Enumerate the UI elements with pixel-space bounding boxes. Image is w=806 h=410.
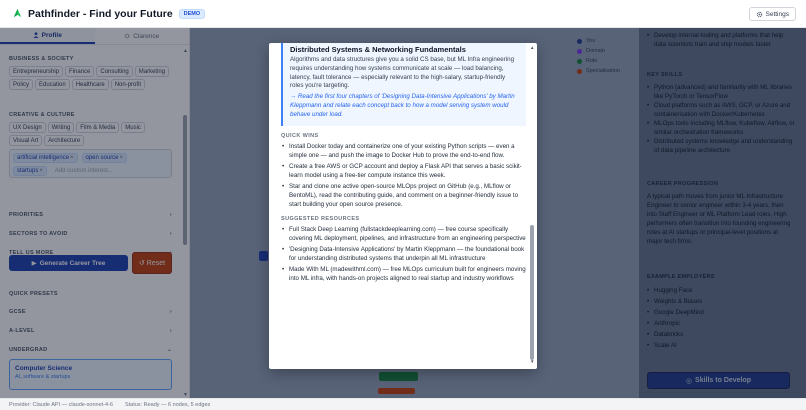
list-item: Made With ML (madewithml.com) — free MLO…	[281, 265, 526, 283]
quick-wins-heading: QUICK WINS	[281, 132, 319, 139]
list-item: Create a free AWS or GCP account and dep…	[281, 162, 526, 180]
compass-logo-icon	[13, 8, 22, 18]
status-text: Status: Ready — 6 nodes, 5 edges	[124, 401, 211, 408]
list-item: Full Stack Deep Learning (fullstackdeepl…	[281, 225, 526, 243]
scroll-down-icon[interactable]: ▼	[530, 359, 534, 364]
resources-list: Full Stack Deep Learning (fullstackdeepl…	[281, 225, 526, 283]
list-item: Star and clone one active open-source ML…	[281, 182, 526, 209]
modal-scrollbar[interactable]: ▲ ▼	[529, 45, 535, 365]
modal-content: Distributed Systems & Networking Fundame…	[281, 43, 526, 285]
skill-callout: Distributed Systems & Networking Fundame…	[281, 43, 526, 126]
app-header: Pathfinder - Find your Future DEMO Setti…	[0, 0, 806, 28]
settings-label: Settings	[765, 10, 790, 18]
list-item: 'Designing Data-Intensive Applications' …	[281, 245, 526, 263]
gear-icon	[756, 11, 762, 17]
scroll-up-icon[interactable]: ▲	[530, 45, 534, 50]
settings-button[interactable]: Settings	[748, 7, 796, 21]
callout-body: Algorithms and data structures give you …	[290, 56, 515, 90]
provider-text: Provider: Claude API — claude-sonnet-4-6	[9, 401, 113, 408]
resources-heading: SUGGESTED RESOURCES	[281, 215, 360, 222]
callout-action: → Read the first four chapters of 'Desig…	[290, 93, 515, 118]
quick-wins-list: Install Docker today and containerize on…	[281, 142, 526, 209]
status-bar: Provider: Claude API — claude-sonnet-4-6…	[0, 398, 806, 410]
demo-badge: DEMO	[178, 8, 206, 19]
callout-title: Distributed Systems & Networking Fundame…	[290, 45, 466, 54]
scrollbar-thumb[interactable]	[530, 225, 534, 360]
list-item: Install Docker today and containerize on…	[281, 142, 526, 160]
app-title: Pathfinder - Find your Future	[28, 7, 173, 20]
skill-detail-modal: Distributed Systems & Networking Fundame…	[269, 43, 537, 369]
